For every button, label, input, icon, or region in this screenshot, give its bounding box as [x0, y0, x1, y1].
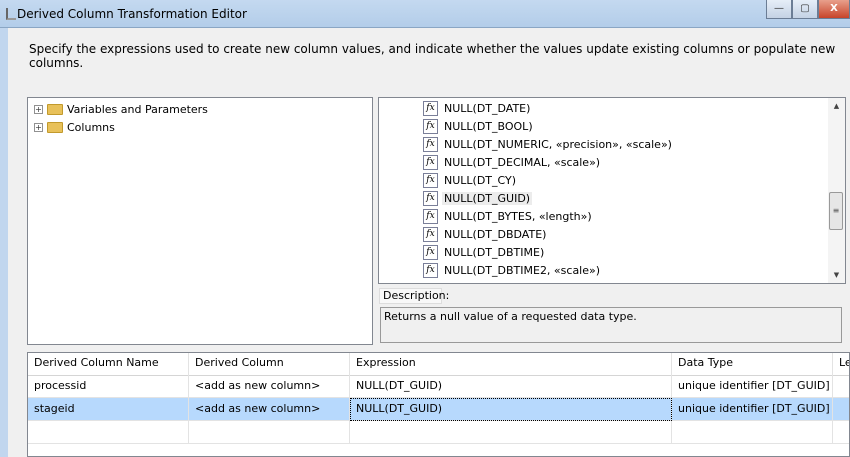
function-icon: fx [423, 262, 438, 278]
table-row-selected[interactable]: stageid <add as new column> NULL(DT_GUID… [28, 398, 849, 421]
function-icon: fx [423, 154, 438, 170]
function-item[interactable]: fx NULL(DT_GUID) [423, 189, 533, 207]
length-cell[interactable] [833, 398, 849, 421]
function-item[interactable]: fx NULL(DT_BOOL) [423, 117, 535, 135]
table-row-empty[interactable] [28, 421, 849, 444]
instruction-text: Specify the expressions used to create n… [29, 42, 836, 70]
function-item[interactable]: fx NULL(DT_DBDATE) [423, 225, 548, 243]
title-bar: Derived Column Transformation Editor — ▢… [0, 0, 850, 28]
function-item[interactable]: fx NULL(DT_BYTES, «length») [423, 207, 594, 225]
function-item[interactable]: fx NULL(DT_CY) [423, 171, 518, 189]
name-cell[interactable] [28, 421, 189, 444]
window-title: Derived Column Transformation Editor [17, 7, 247, 21]
function-item[interactable]: fx NULL(DT_DECIMAL, «scale») [423, 153, 602, 171]
column-header[interactable]: Derived Column Name [28, 353, 189, 376]
function-label: NULL(DT_CY) [444, 173, 517, 187]
function-icon: fx [423, 136, 438, 152]
function-label: NULL(DT_DBTIME2, «scale») [444, 263, 601, 277]
function-icon: fx [423, 226, 438, 242]
maximize-button[interactable]: ▢ [792, 0, 818, 19]
function-icon: fx [423, 172, 438, 188]
column-header[interactable]: Le [833, 353, 849, 376]
data-type-cell[interactable] [672, 421, 833, 444]
scroll-thumb[interactable]: ≡ [829, 192, 843, 230]
tree-item-variables[interactable]: + Variables and Parameters [34, 101, 208, 117]
function-label: NULL(DT_DECIMAL, «scale») [444, 155, 601, 169]
app-icon [6, 8, 16, 20]
function-label: NULL(DT_DBDATE) [444, 227, 547, 241]
function-label: NULL(DT_BOOL) [444, 119, 533, 133]
function-icon: fx [423, 244, 438, 260]
expression-cell[interactable]: NULL(DT_GUID) [350, 375, 672, 398]
function-item[interactable]: fx NULL(DT_DATE) [423, 99, 532, 117]
tree-item-label: Columns [67, 120, 115, 134]
length-cell[interactable] [833, 375, 849, 398]
function-label: NULL(DT_NUMERIC, «precision», «scale») [444, 137, 672, 151]
function-icon: fx [423, 100, 438, 116]
grid-header: Derived Column Name Derived Column Expre… [28, 353, 849, 376]
tree-item-columns[interactable]: + Columns [34, 119, 115, 135]
length-cell[interactable] [833, 421, 849, 444]
column-header[interactable]: Expression [350, 353, 672, 376]
function-item[interactable]: fx NULL(DT_NUMERIC, «precision», «scale») [423, 135, 674, 153]
derived-column-cell[interactable]: <add as new column> [189, 375, 350, 398]
table-row[interactable]: processid <add as new column> NULL(DT_GU… [28, 375, 849, 398]
folder-icon [47, 121, 63, 133]
variables-columns-tree[interactable]: + Variables and Parameters + Columns [27, 97, 373, 345]
function-label: NULL(DT_BYTES, «length») [444, 209, 592, 223]
expand-icon[interactable]: + [34, 104, 43, 114]
expand-icon[interactable]: + [34, 122, 43, 132]
data-type-cell[interactable]: unique identifier [DT_GUID] [672, 398, 833, 421]
function-icon: fx [423, 208, 438, 224]
scroll-up-icon[interactable]: ▲ [828, 102, 845, 110]
column-header[interactable]: Data Type [672, 353, 833, 376]
function-item[interactable]: fx NULL(DT_DBTIME2, «scale») [423, 261, 602, 279]
column-header[interactable]: Derived Column [189, 353, 350, 376]
tree-item-label: Variables and Parameters [67, 102, 208, 116]
function-label: NULL(DT_GUID) [442, 191, 533, 205]
function-icon: fx [423, 190, 438, 206]
function-label: NULL(DT_DBTIME) [444, 245, 545, 259]
expression-cell[interactable] [350, 421, 672, 444]
functions-tree[interactable]: fx NULL(DT_DATE) fx NULL(DT_BOOL) fx NULL(DT_… [378, 97, 846, 284]
expression-cell[interactable]: NULL(DT_GUID) [350, 398, 672, 421]
name-cell[interactable]: processid [28, 375, 189, 398]
close-button[interactable]: X [818, 0, 850, 19]
function-label: NULL(DT_DATE) [444, 101, 531, 115]
derived-column-cell[interactable] [189, 421, 350, 444]
folder-icon [47, 103, 63, 115]
derived-column-cell[interactable]: <add as new column> [189, 398, 350, 421]
function-icon: fx [423, 118, 438, 134]
derived-columns-grid[interactable]: Derived Column Name Derived Column Expre… [27, 352, 850, 457]
function-item[interactable]: fx NULL(DT_DBTIME) [423, 243, 546, 261]
scroll-down-icon[interactable]: ▼ [828, 271, 845, 279]
data-type-cell[interactable]: unique identifier [DT_GUID] [672, 375, 833, 398]
name-cell[interactable]: stageid [28, 398, 189, 421]
description-text: Returns a null value of a requested data… [380, 307, 842, 343]
description-label: Description: [379, 288, 449, 304]
minimize-button[interactable]: — [766, 0, 792, 19]
scrollbar[interactable]: ▲ ≡ ▼ [828, 98, 845, 283]
